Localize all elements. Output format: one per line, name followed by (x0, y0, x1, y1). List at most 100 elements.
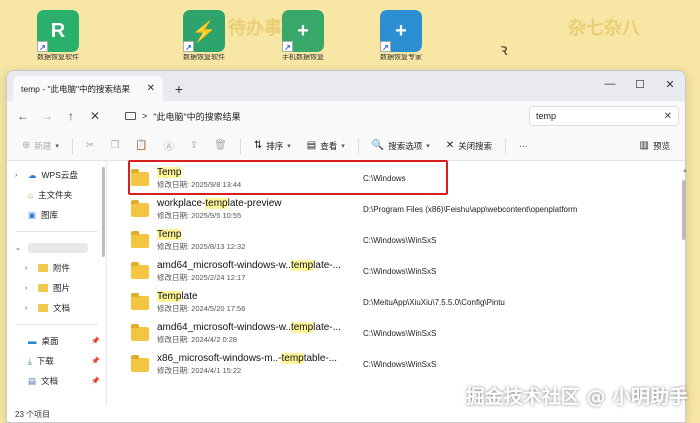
file-path: D:\MeituApp\XiuXiu\7.5.5.0\Config\Pintu (363, 298, 505, 307)
sidebar-item-blurred[interactable]: ⌄ (7, 238, 106, 258)
stop-button[interactable]: ✕ (85, 106, 105, 126)
divider (239, 137, 241, 154)
close-icon: ✕ (445, 140, 455, 151)
modified-date: 修改日期: 2024/4/1 15:22 (157, 365, 242, 375)
address-bar[interactable]: > "此电脑"中的搜索结果 (119, 106, 525, 126)
app-icon: R ↗ (37, 10, 79, 52)
chevron-down-icon: ▾ (287, 142, 291, 150)
chevron-down-icon: ▾ (55, 142, 59, 150)
close-search-button[interactable]: ✕ 关闭搜索 (439, 135, 499, 157)
more-button[interactable]: ··· (512, 135, 535, 157)
search-input[interactable]: temp ✕ (529, 106, 679, 126)
desktop-shortcut[interactable]: R ↗ 数据恢复软件 (34, 10, 82, 70)
title-bar: temp - "此电脑"中的搜索结果 ✕ + — ☐ ✕ (7, 71, 685, 101)
copy-button[interactable]: ❐ (103, 135, 126, 157)
divider (15, 324, 98, 325)
results-scrollbar[interactable] (682, 180, 686, 240)
view-button[interactable]: ▤ 查看 ▾ (300, 135, 352, 157)
plus-circle-icon: ⊕ (22, 140, 31, 151)
clear-search-icon[interactable]: ✕ (664, 111, 672, 122)
back-button[interactable]: ← (13, 106, 33, 126)
navigation-bar: ← → ↑ ✕ > "此电脑"中的搜索结果 temp ✕ (7, 101, 685, 131)
sidebar-item-documents-folder[interactable]: › 文档 (7, 298, 106, 318)
list-item[interactable]: x86_microsoft-windows-m..-temptable-... 修… (131, 349, 665, 380)
list-item[interactable]: workplace-template-preview 修改日期: 2025/9/5… (131, 194, 665, 225)
rename-button[interactable]: Ⓐ (157, 135, 181, 157)
pin-icon[interactable]: 📌 (91, 377, 100, 385)
shortcut-label: 手机数据恢复 (282, 54, 324, 61)
cut-button[interactable]: ✂ (79, 135, 101, 157)
search-results-list: Temp 修改日期: 2025/9/8 13:44 C:\Windows work… (107, 161, 685, 406)
delete-button[interactable]: 🗑 (207, 135, 234, 157)
preview-button[interactable]: ▥ 预览 (633, 135, 677, 157)
shortcut-arrow-icon: ↗ (380, 41, 391, 52)
divider (505, 137, 507, 154)
list-item[interactable]: amd64_microsoft-windows-w..template-... 修… (131, 256, 665, 287)
shortcut-label: 数据恢复专家 (380, 54, 422, 61)
list-item[interactable]: amd64_microsoft-windows-w..template-... 修… (131, 318, 665, 349)
modified-date: 修改日期: 2025/9/5 10:55 (157, 210, 242, 220)
chevron-right-icon[interactable]: › (25, 265, 33, 272)
close-window-button[interactable]: ✕ (655, 71, 685, 97)
search-options-button[interactable]: 🔍 搜索选项 ▾ (365, 135, 437, 157)
up-button[interactable]: ↑ (61, 106, 81, 126)
file-path: D:\Program Files (x86)\Feishu\app\webcon… (363, 205, 578, 214)
paste-button[interactable]: 📋 (128, 135, 154, 157)
desktop-shortcut[interactable]: + ↗ 手机数据恢复 (279, 10, 327, 70)
pin-icon[interactable]: 📌 (91, 337, 100, 345)
close-search-label: 关闭搜索 (458, 140, 493, 151)
list-item[interactable]: Temp 修改日期: 2025/8/13 12:32 C:\Windows\Win… (131, 225, 665, 256)
shortcut-arrow-icon: ↗ (183, 41, 194, 52)
modified-date: 修改日期: 2025/2/24 12:17 (157, 272, 246, 282)
cloud-icon: ☁ (28, 169, 37, 180)
sidebar-item-downloads[interactable]: ⤓ 下载 📌 (7, 351, 106, 371)
item-count: 23 个项目 (15, 409, 51, 419)
sort-button[interactable]: ⇅ 排序 ▾ (247, 135, 298, 157)
new-tab-button[interactable]: + (167, 77, 191, 101)
view-icon: ▤ (306, 140, 317, 151)
share-button[interactable]: ⇪ (183, 135, 205, 157)
blurred-label (28, 243, 88, 253)
paste-icon: 📋 (135, 140, 148, 151)
file-name: amd64_microsoft-windows-w..template-... (157, 259, 341, 271)
pin-icon[interactable]: 📌 (91, 357, 100, 365)
sidebar-item-pictures[interactable]: › 图片 (7, 278, 106, 298)
preview-label: 预览 (652, 140, 670, 151)
search-value: temp (536, 111, 557, 121)
tab-title: temp - "此电脑"中的搜索结果 (21, 83, 130, 94)
sidebar-item-gallery[interactable]: ▣ 图库 (7, 205, 106, 225)
breadcrumb[interactable]: "此电脑"中的搜索结果 (153, 110, 240, 123)
preview-pane-icon: ▥ (639, 140, 649, 151)
sidebar-item-desktop[interactable]: ▬ 桌面 📌 (7, 331, 106, 351)
forward-button[interactable]: → (37, 106, 57, 126)
sidebar-scrollbar[interactable] (102, 167, 105, 257)
file-name: Temp (157, 228, 182, 240)
chevron-right-icon[interactable]: › (15, 172, 23, 179)
folder-icon (131, 199, 149, 217)
list-item[interactable]: Template 修改日期: 2024/5/20 17:56 D:\MeituAp… (131, 287, 665, 318)
desktop-shortcut[interactable]: ⚡ ↗ 数据恢复软件 (180, 10, 228, 70)
folder-icon (38, 284, 48, 292)
sidebar-item-wps-cloud[interactable]: › ☁ WPS云盘 (7, 165, 106, 185)
desktop-shortcut[interactable]: + ↗ 数据恢复专家 (377, 10, 425, 70)
chevron-right-icon[interactable]: › (25, 285, 33, 292)
rename-icon: Ⓐ (163, 142, 174, 153)
sidebar-item-label: 文档 (41, 376, 59, 386)
tab-close-icon[interactable]: ✕ (147, 83, 155, 94)
sidebar-item-documents[interactable]: ▤ 文档 📌 (7, 371, 106, 391)
chevron-right-icon[interactable]: › (25, 305, 33, 312)
maximize-button[interactable]: ☐ (625, 71, 655, 97)
highlight-annotation-box (128, 160, 448, 195)
sidebar-item-home[interactable]: ⌂ 主文件夹 (7, 185, 106, 205)
sidebar-item-label: 图库 (41, 210, 59, 220)
chevron-down-icon[interactable]: ⌄ (15, 244, 23, 252)
folder-icon (131, 261, 149, 279)
document-icon: ▤ (28, 375, 37, 386)
scroll-up-icon[interactable]: ▲ (682, 168, 688, 174)
computer-icon (125, 112, 136, 120)
tab-search-results[interactable]: temp - "此电脑"中的搜索结果 ✕ (13, 76, 163, 101)
sidebar-item-attachments[interactable]: › 附件 (7, 258, 106, 278)
shortcut-label: 数据恢复软件 (183, 54, 225, 61)
minimize-button[interactable]: — (595, 71, 625, 97)
new-button[interactable]: ⊕ 新建 ▾ (15, 135, 66, 157)
